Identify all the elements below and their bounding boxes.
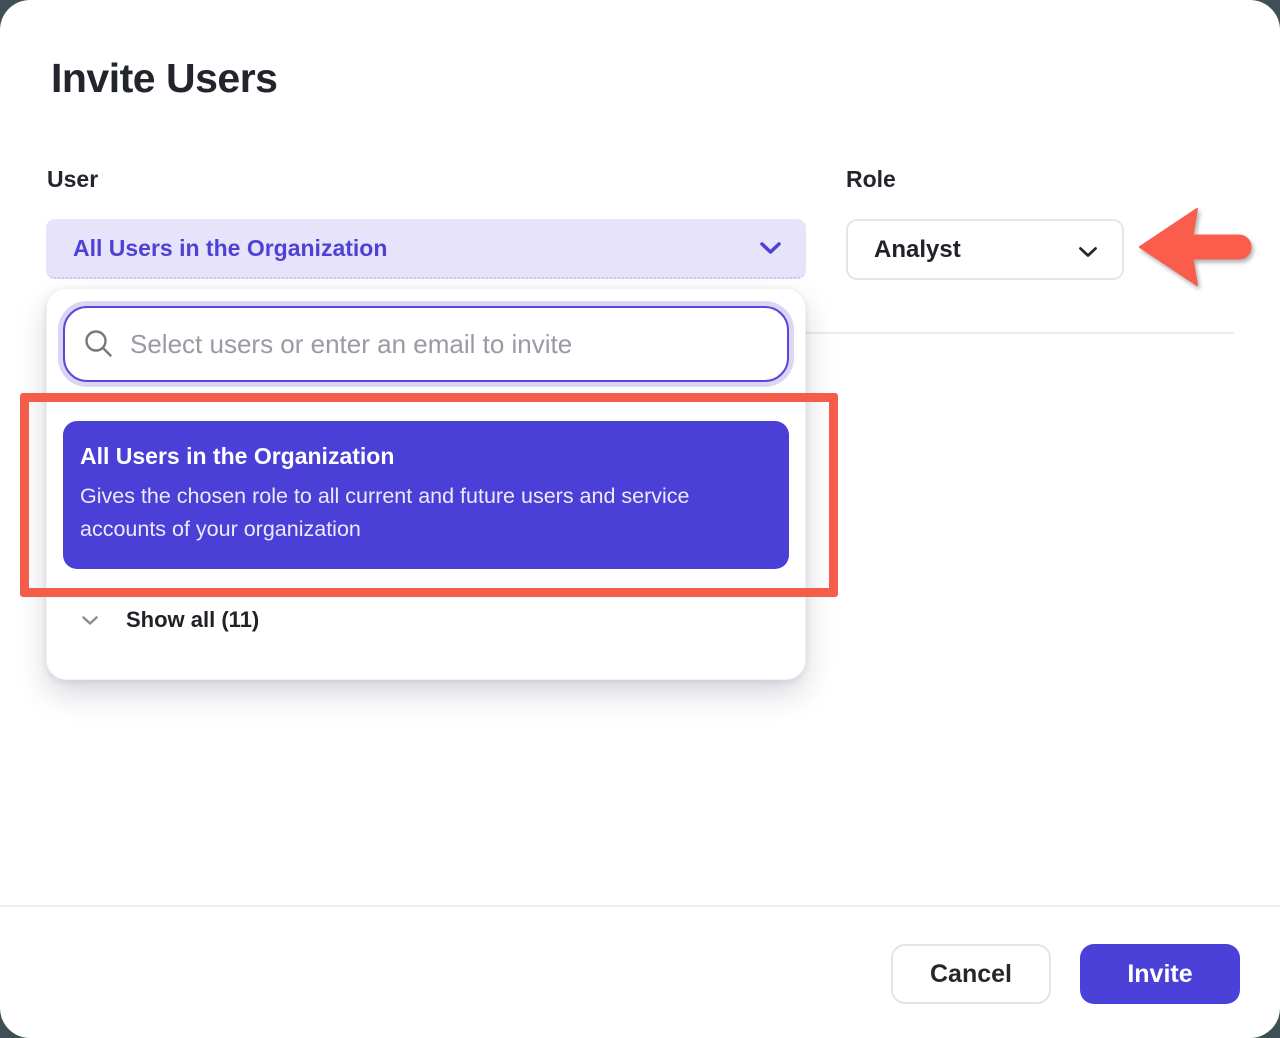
cancel-button[interactable]: Cancel	[891, 944, 1051, 1004]
user-dropdown-panel: All Users in the Organization Gives the …	[46, 288, 806, 680]
user-select-value: All Users in the Organization	[73, 235, 387, 262]
chevron-down-icon	[759, 241, 782, 255]
modal-title: Invite Users	[51, 55, 277, 102]
role-select-value: Analyst	[874, 236, 961, 264]
search-icon	[83, 328, 115, 360]
footer-divider	[0, 905, 1280, 907]
role-select[interactable]: Analyst	[846, 219, 1124, 280]
user-search-input[interactable]	[128, 328, 752, 361]
show-all-toggle[interactable]: Show all (11)	[81, 607, 259, 633]
chevron-down-icon	[81, 615, 99, 626]
option-title: All Users in the Organization	[80, 443, 769, 470]
page-backdrop: Invite Users User Role All Users in the …	[0, 0, 1280, 1038]
role-field-label: Role	[846, 166, 896, 193]
option-description: Gives the chosen role to all current and…	[80, 480, 762, 546]
chevron-down-icon	[1078, 246, 1098, 258]
annotation-left-arrow-icon	[1136, 202, 1256, 294]
user-select[interactable]: All Users in the Organization	[46, 219, 806, 279]
user-search-box[interactable]	[63, 306, 789, 382]
invite-button[interactable]: Invite	[1080, 944, 1240, 1004]
invite-users-modal: Invite Users User Role All Users in the …	[0, 0, 1280, 1038]
user-field-label: User	[47, 166, 98, 193]
show-all-label: Show all (11)	[126, 607, 259, 633]
option-all-users-in-organization[interactable]: All Users in the Organization Gives the …	[63, 421, 789, 569]
